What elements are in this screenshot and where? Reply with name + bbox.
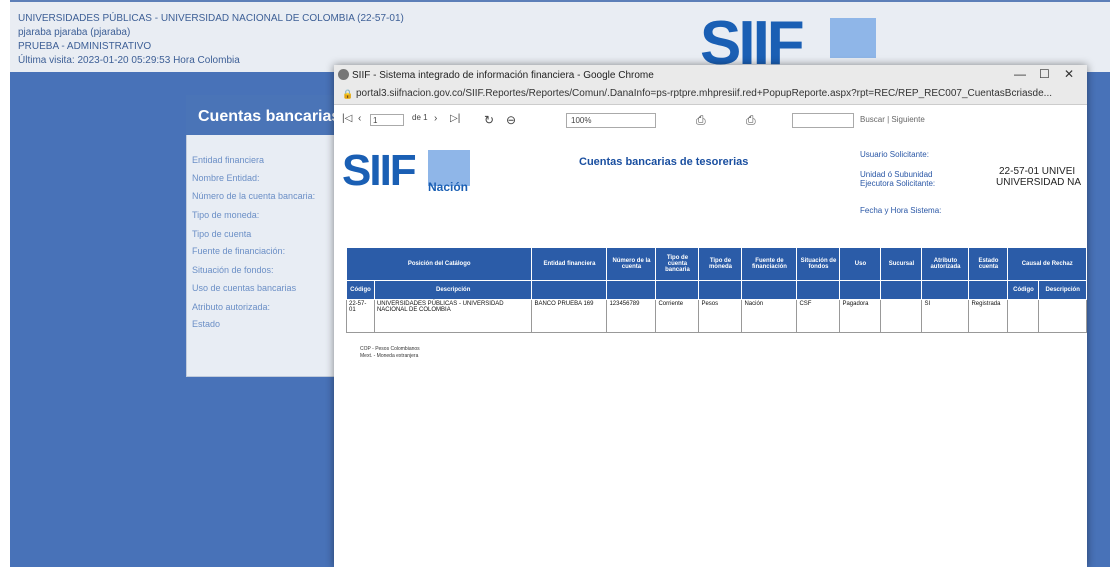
cell: [1007, 299, 1040, 333]
cell: Registrada: [968, 299, 1009, 333]
col-header: Uso: [839, 247, 882, 281]
legend-line: COP - Pesos Colombianos: [360, 346, 420, 352]
currency-legend: COP - Pesos Colombianos Mext. - Moneda e…: [360, 346, 420, 360]
cell: Pesos: [698, 299, 743, 333]
col-header: Tipo de cuenta bancaria: [655, 247, 700, 281]
back-icon[interactable]: ⊖: [506, 113, 516, 127]
subheader-empty: [698, 280, 743, 300]
col-header: Número de la cuenta: [606, 247, 657, 281]
subheader-empty: [921, 280, 970, 300]
legend-line: Mext. - Moneda extranjera: [360, 353, 419, 359]
refresh-icon[interactable]: ↻: [484, 113, 494, 127]
usuario-label: Usuario Solicitante:: [860, 150, 929, 159]
cell: Nación: [741, 299, 798, 333]
cell: Corriente: [655, 299, 700, 333]
subheader-empty: [655, 280, 700, 300]
address-bar[interactable]: 🔒 portal3.siifnacion.gov.co/SIIF.Reporte…: [334, 85, 1087, 105]
chrome-icon: [338, 69, 349, 80]
report-canvas: SIIF Nación Cuentas bancarias de tesorer…: [334, 136, 1087, 567]
subheader-empty: [880, 280, 923, 300]
subheader[interactable]: Descripción: [1038, 280, 1087, 300]
cell: Pagadora: [839, 299, 882, 333]
fecha-label: Fecha y Hora Sistema:: [860, 206, 942, 215]
prev-page-icon[interactable]: ‹: [358, 113, 361, 124]
search-links[interactable]: Buscar | Siguiente: [860, 115, 925, 124]
subheader-empty: [531, 280, 608, 300]
page-input[interactable]: 1: [370, 114, 404, 126]
cell: UNIVERSIDADES PÚBLICAS - UNIVERSIDAD NAC…: [373, 299, 533, 333]
last-page-icon[interactable]: ▷|: [450, 113, 460, 124]
subheader-empty: [796, 280, 841, 300]
subheader[interactable]: Código: [346, 280, 375, 300]
panel-field-label: Atributo autorizada:: [192, 302, 271, 312]
panel-field-label: Uso de cuentas bancarias: [192, 283, 297, 293]
cell: [1038, 299, 1087, 333]
subheader-empty: [968, 280, 1009, 300]
first-page-icon[interactable]: |◁: [342, 113, 352, 124]
panel-title: Cuentas bancarias: [198, 108, 341, 125]
unidad-value: 22-57-01 UNIVEI: [999, 166, 1076, 177]
col-header: Atributo autorizada: [921, 247, 970, 281]
subheader-empty: [741, 280, 798, 300]
subheader-empty: [839, 280, 882, 300]
header-line: pjaraba pjaraba (pjaraba): [18, 27, 131, 38]
close-icon[interactable]: ✕: [1064, 67, 1074, 81]
accounts-table: Posición del Catálogo Entidad financiera…: [345, 247, 1087, 333]
print-icon[interactable]: ⎙: [746, 113, 756, 128]
cell: SI: [921, 299, 970, 333]
url-text[interactable]: portal3.siifnacion.gov.co/SIIF.Reportes/…: [356, 88, 1052, 99]
minimize-icon[interactable]: —: [1014, 67, 1026, 81]
cell: 22-57-01: [346, 299, 375, 333]
window-title: SIIF - Sistema integrado de información …: [352, 70, 654, 81]
col-header: Estado cuenta: [968, 247, 1009, 281]
report-logo-nacion: Nación: [428, 180, 469, 194]
panel-field-label: Estado: [192, 319, 221, 329]
panel-field-label: Tipo de moneda:: [192, 210, 260, 220]
col-header: Posición del Catálogo: [345, 247, 533, 281]
subheader-empty: [606, 280, 657, 300]
siif-logo-mark: [830, 18, 876, 58]
report-toolbar: |◁ ‹ 1 de 1 › ▷| ↻ ⊖ 100% ⎙ ⎙ Buscar | S…: [334, 105, 1087, 138]
cell: BANCO PRUEBA 169: [531, 299, 608, 333]
col-header: Entidad financiera: [531, 247, 608, 281]
export-icon[interactable]: ⎙: [696, 113, 706, 128]
cell: [880, 299, 923, 333]
subheader[interactable]: Código: [1007, 280, 1040, 300]
panel-field-label: Entidad financiera: [192, 155, 265, 165]
panel-field-label: Tipo de cuenta: [192, 229, 252, 239]
maximize-icon[interactable]: ☐: [1039, 67, 1050, 81]
next-page-icon[interactable]: ›: [434, 113, 437, 124]
cell: 123456789: [606, 299, 657, 333]
panel-field-label: Situación de fondos:: [192, 265, 274, 275]
search-input[interactable]: [792, 113, 854, 128]
table-row: 22-57-01 UNIVERSIDADES PÚBLICAS - UNIVER…: [346, 299, 1087, 333]
panel-field-label: Fuente de financiación:: [192, 246, 286, 256]
lock-icon: 🔒: [342, 89, 354, 99]
page-count: de 1: [412, 113, 428, 122]
header-line: UNIVERSIDADES PÚBLICAS - UNIVERSIDAD NAC…: [18, 13, 404, 24]
cell: CSF: [796, 299, 841, 333]
popup-window: SIIF - Sistema integrado de información …: [334, 65, 1087, 567]
col-header: Situación de fondos: [796, 247, 841, 281]
unidad-value: UNIVERSIDAD NA: [996, 177, 1082, 188]
panel-field-label: Nombre Entidad:: [192, 173, 260, 183]
col-header: Causal de Rechaz: [1007, 247, 1087, 281]
subheader[interactable]: Descripción: [373, 280, 533, 300]
col-header: Sucursal: [880, 247, 923, 281]
window-titlebar: SIIF - Sistema integrado de información …: [334, 65, 1087, 85]
app-header-info: UNIVERSIDADES PÚBLICAS - UNIVERSIDAD NAC…: [18, 12, 404, 68]
col-header: Tipo de moneda: [698, 247, 743, 281]
col-header: Fuente de financiación: [741, 247, 798, 281]
report-siif-logo: SIIF: [342, 146, 417, 195]
panel-field-label: Número de la cuenta bancaria:: [192, 191, 316, 201]
report-title: Cuentas bancarias de tesorerias: [579, 156, 749, 168]
zoom-select[interactable]: 100%: [566, 113, 656, 128]
unidad-label: Unidad ó Subunidad Ejecutora Solicitante…: [860, 170, 936, 188]
header-line: PRUEBA - ADMINISTRATIVO: [18, 41, 152, 52]
